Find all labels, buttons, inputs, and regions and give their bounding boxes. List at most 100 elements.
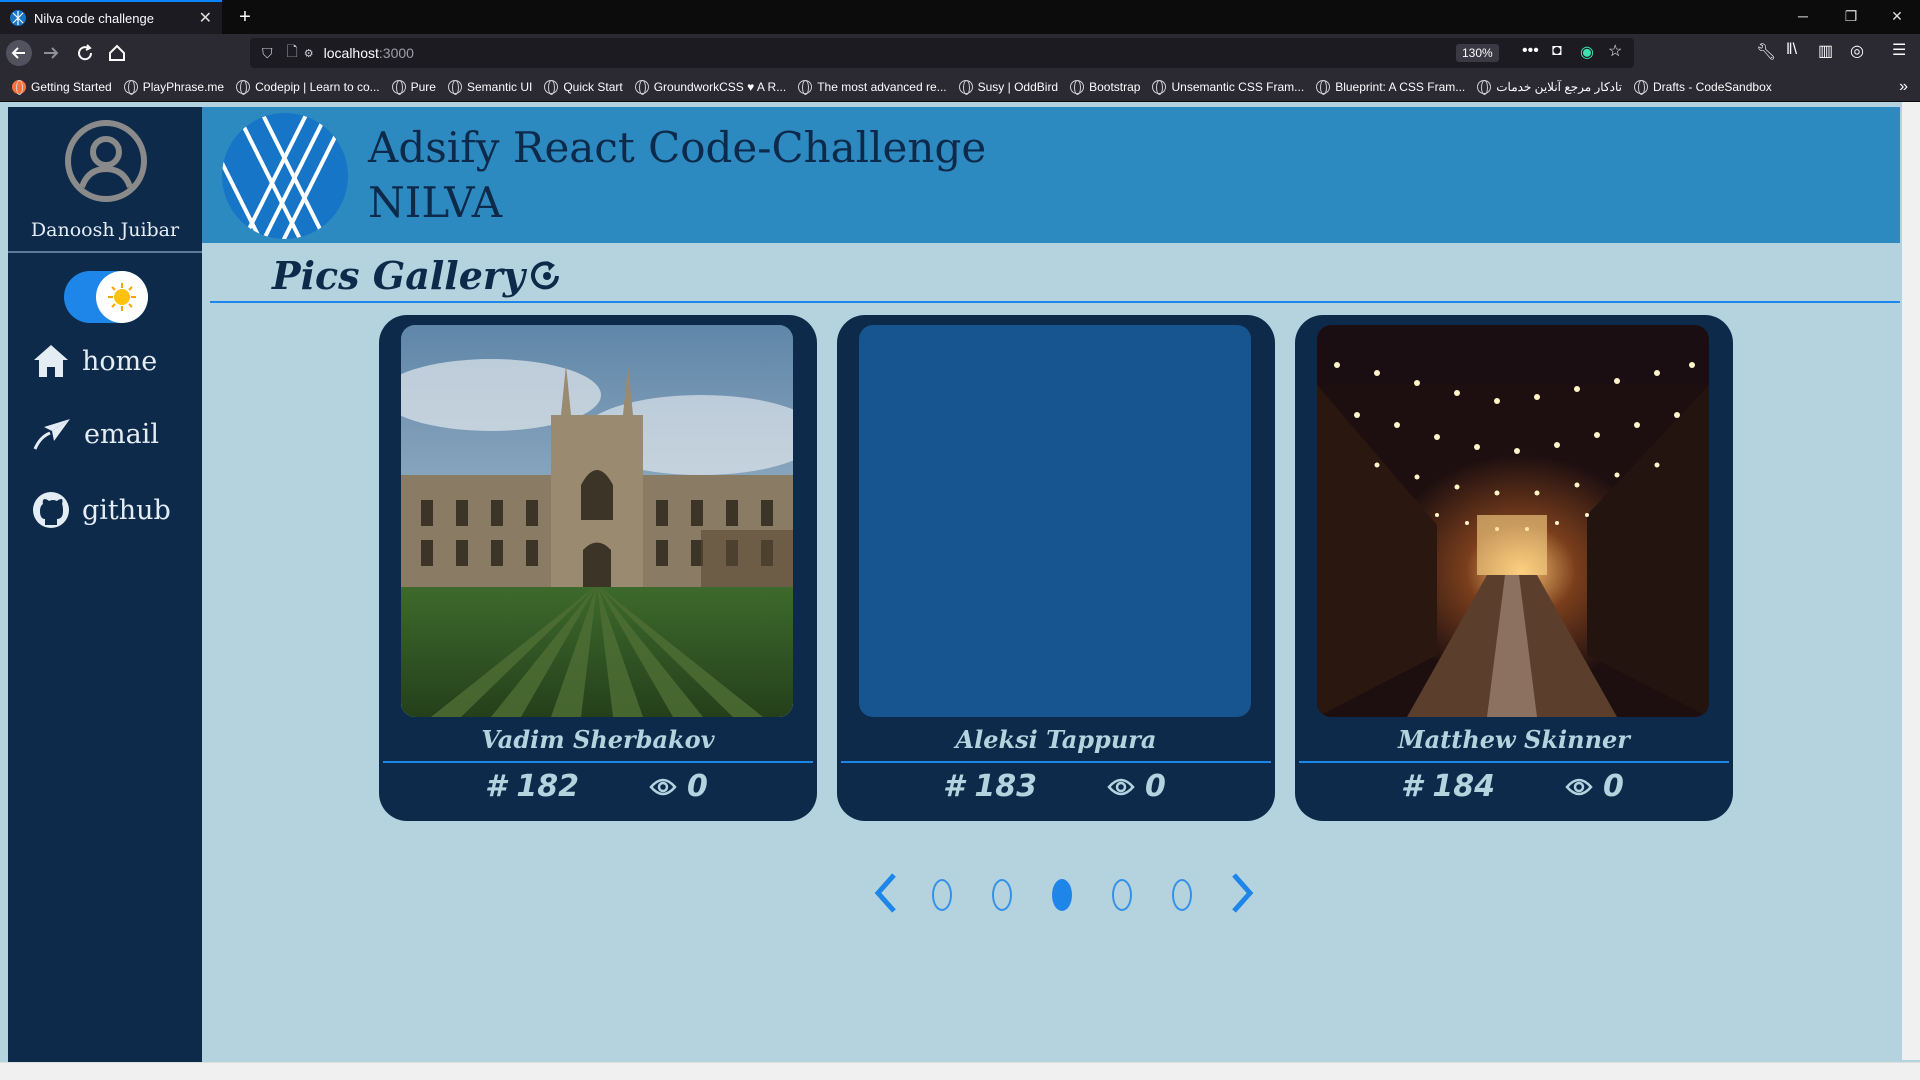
shield-icon: ⛉ [262,44,273,61]
photo-author: Vadim Sherbakov [481,725,715,754]
bookmark-item[interactable]: Susy | OddBird [958,79,1058,95]
bookmark-label: GroundworkCSS ♥ A R... [653,79,787,94]
bookmark-label: Semantic UI [466,79,533,94]
address-bar[interactable]: ⛉ 🗋 ⚙ localhost :3000 [250,38,1634,68]
github-icon [33,492,69,528]
globe-icon [1477,79,1492,95]
nav-item-email[interactable]: email [32,417,159,451]
photo-id: # 184 [1401,769,1495,804]
bookmark-item[interactable]: Blueprint: A CSS Fram... [1316,79,1465,95]
bookmark-label: The most advanced re... [817,79,947,94]
browser-tab-bar: Nilva code challenge ✕ + ─ ❐ ✕ [0,0,1920,34]
home-icon [34,345,68,377]
favicon-icon [10,10,26,26]
bookmark-item[interactable]: Codepip | Learn to co... [236,79,380,95]
bookmark-label: PlayPhrase.me [142,79,225,94]
bookmark-label: Unsemantic CSS Fram... [1171,79,1305,94]
bookmark-label: Codepip | Learn to co... [255,79,380,94]
photo-views: 0 [649,769,708,804]
browser-home-icon [109,44,125,61]
photo-card[interactable]: Aleksi Tappura # 183 0 [837,315,1275,821]
reload-icon [78,44,93,61]
bookmark-item[interactable]: Unsemantic CSS Fram... [1152,79,1305,95]
globe-icon [1316,79,1331,95]
bookmark-item[interactable]: تادکار مرجع آنلاین خدمات [1477,79,1623,95]
bookmark-item[interactable]: Pure [391,79,436,95]
nav-label-github: github [82,494,171,526]
menu-icon[interactable]: ☰ [1892,40,1906,60]
close-window-button[interactable]: ✕ [1874,0,1920,34]
back-button[interactable] [4,38,34,68]
vertical-scrollbar[interactable] [1902,102,1920,1060]
logo [222,113,348,239]
pocket-icon[interactable]: ◘ [1552,42,1562,60]
app-title-line2: NILVA [368,177,503,227]
photo-id: # 182 [485,769,579,804]
minimize-button[interactable]: ─ [1780,0,1826,34]
nav-item-home[interactable]: home [32,343,157,379]
pager-dot[interactable] [992,879,1012,911]
bookmark-item[interactable]: Semantic UI [447,79,533,95]
bookmark-item[interactable]: PlayPhrase.me [123,79,225,95]
bookmark-label: Drafts - CodeSandbox [1653,79,1772,94]
card-divider [1299,761,1729,763]
bookmark-star-icon[interactable]: ☆ [1608,41,1622,61]
bookmark-item[interactable]: Getting Started [12,79,112,95]
pager-dot-active[interactable] [1052,879,1072,911]
photo-night-alley[interactable] [1317,325,1709,717]
wrench-icon[interactable]: 🔧︎ [1756,42,1776,62]
globe-icon [1152,79,1167,95]
close-tab-icon[interactable]: ✕ [199,8,212,28]
bookmark-item[interactable]: The most advanced re... [798,79,947,95]
photo-card[interactable]: Matthew Skinner # 184 0 [1295,315,1733,821]
browser-nav-bar: ⛉ 🗋 ⚙ localhost :3000 130% ••• ◘ ◉ ☆ 🔧︎ … [0,34,1920,72]
sun-icon [108,283,136,311]
bookmark-item[interactable]: GroundworkCSS ♥ A R... [634,79,787,95]
home-button[interactable] [102,38,132,68]
reload-button[interactable] [70,38,100,68]
bookmarks-bar: Getting Started PlayPhrase.me Codepip | Le… [0,72,1920,102]
user-name: Danoosh Juibar [30,219,180,241]
pager-dot[interactable] [932,879,952,911]
sidebar-toggle-icon[interactable]: ▥ [1818,41,1833,61]
bookmarks-overflow-icon[interactable]: » [1899,78,1908,96]
pager-dot[interactable] [1172,879,1192,911]
bookmark-item[interactable]: Drafts - CodeSandbox [1634,79,1772,95]
eye-icon [649,778,677,795]
nav-item-github[interactable]: github [32,491,171,529]
forward-button[interactable] [36,38,66,68]
toggle-knob [96,271,148,323]
new-tab-button[interactable]: + [232,4,258,30]
more-actions-icon[interactable]: ••• [1522,42,1539,60]
browser-tab[interactable]: Nilva code challenge ✕ [0,0,222,34]
library-icon[interactable]: ‖\ [1786,41,1797,59]
carousel-pager [872,867,1272,915]
pager-dot[interactable] [1112,879,1132,911]
view-count: 0 [687,769,708,804]
zoom-badge[interactable]: 130% [1456,44,1499,62]
permissions-icon: ⚙ [303,47,314,60]
card-divider [383,761,813,763]
chevron-right-icon[interactable] [1228,871,1256,915]
eye-icon [1565,778,1593,795]
bookmark-label: Getting Started [31,79,112,94]
restore-button[interactable]: ❐ [1828,0,1874,34]
bookmark-item[interactable]: Quick Start [544,79,623,95]
refresh-icon[interactable] [529,258,565,294]
logo-icon [222,113,348,239]
photo-card[interactable]: Vadim Sherbakov # 182 0 [379,315,817,821]
gallery-title: Pics Gallery [272,253,565,298]
horizontal-scrollbar[interactable] [0,1062,1920,1080]
theme-toggle[interactable] [64,271,148,323]
page-icon: 🗋 [286,43,298,59]
globe-icon [958,79,973,95]
tab-title: Nilva code challenge [34,10,154,26]
globe-icon [798,79,813,95]
account-icon[interactable]: ◎ [1850,41,1864,61]
bookmark-label: تادکار مرجع آنلاین خدمات [1496,79,1623,94]
photo-blank[interactable] [859,325,1251,717]
bookmark-item[interactable]: Bootstrap [1070,79,1140,95]
chevron-left-icon[interactable] [872,871,900,915]
photo-college-building[interactable] [401,325,793,717]
extension-icon[interactable]: ◉ [1580,42,1594,62]
